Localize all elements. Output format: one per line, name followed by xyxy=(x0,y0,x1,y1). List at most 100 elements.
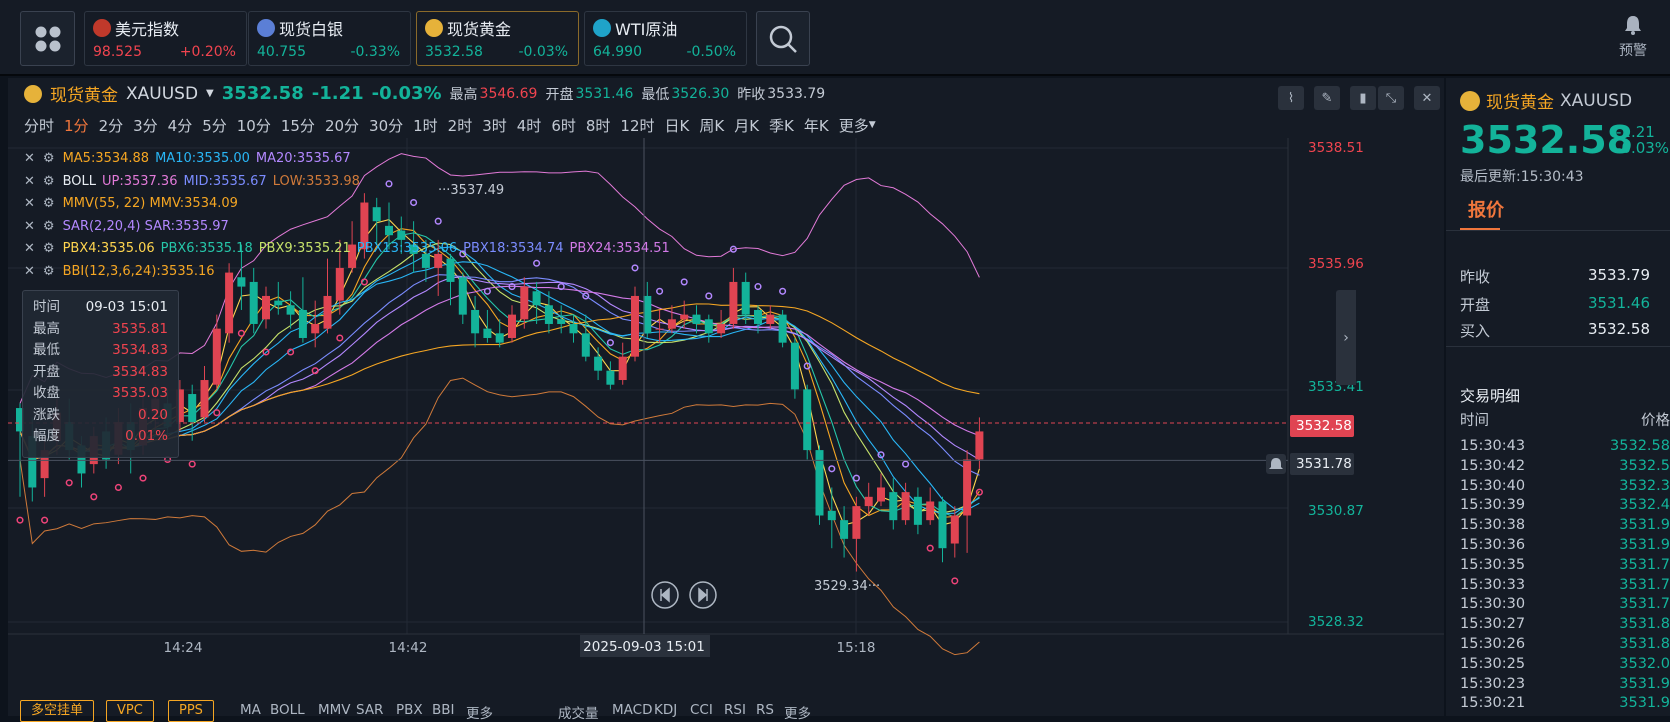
indicator-row: ✕ ⚙ BBI(12,3,6,24):3535.16 xyxy=(24,261,676,284)
ticker-card[interactable]: 现货白银 40.755 -0.33% xyxy=(248,11,411,66)
candle-body xyxy=(692,314,701,324)
trade-time: 15:30:38 xyxy=(1460,517,1526,534)
sar-dot xyxy=(114,483,122,492)
trade-price: 3531.9 xyxy=(1619,675,1670,692)
indicator-value: MA20:3535.67 xyxy=(255,151,351,166)
ticker-name: WTI原油 xyxy=(615,20,678,39)
candle-body xyxy=(827,510,836,521)
sar-dot xyxy=(828,465,836,473)
tooltip-value: 3534.83 xyxy=(112,342,168,358)
crosshair-time-label: 2025-09-03 15:01 xyxy=(583,639,705,655)
time-tick: 14:24 xyxy=(164,640,203,656)
trade-price: 3531.9 xyxy=(1619,537,1670,553)
indicator-settings-icon[interactable]: ⚙ xyxy=(43,264,55,279)
remove-indicator-icon[interactable]: ✕ xyxy=(24,196,35,211)
candle-body xyxy=(286,305,295,315)
trade-time: 15:30:26 xyxy=(1460,636,1526,652)
low-marker: 3529.34··· xyxy=(814,579,880,594)
ticker-card[interactable]: WTI原油 64.990 -0.50% xyxy=(584,11,747,66)
trade-time: 15:30:23 xyxy=(1460,675,1526,692)
divider xyxy=(1446,346,1670,347)
trade-time: 15:30:33 xyxy=(1460,576,1526,593)
remove-indicator-icon[interactable]: ✕ xyxy=(24,241,35,256)
sub-indicator-tab[interactable]: 成交量 xyxy=(558,702,599,722)
indicator-settings-icon[interactable]: ⚙ xyxy=(43,241,55,256)
tooltip-value: 3535.03 xyxy=(112,385,168,401)
trade-price: 3532.0 xyxy=(1619,655,1670,672)
indicator-settings-icon[interactable]: ⚙ xyxy=(43,196,55,211)
ticker-name: 现货白银 xyxy=(279,20,344,39)
trade-time: 15:30:30 xyxy=(1460,596,1526,613)
indicator-value: MA5:3534.88 xyxy=(62,151,150,166)
candle-body xyxy=(803,389,812,451)
indicator-row: ✕ ⚙ BOLL UP:3537.36 MID:3535.67 LOW:3533.98 xyxy=(24,171,676,194)
trade-time: 15:30:43 xyxy=(1460,438,1526,454)
side-change-block: -1.21 -0.03% xyxy=(1616,124,1669,156)
bottom-toggle-button[interactable]: 多空挂单 xyxy=(20,700,95,722)
ticker-price: 40.755 xyxy=(257,44,306,60)
indicator-bottom-bar: 多空挂单 VPC PPS MA BOLL MMV SAR PBX BBI 更多 成交量 MACD KDJ… xyxy=(8,696,1444,722)
candle-body xyxy=(926,501,935,521)
price-axis: 3538.51 3535.96 3533.41 3530.87 3528.32 3532.… xyxy=(1288,78,1444,716)
indicator-settings-icon[interactable]: ⚙ xyxy=(43,174,55,189)
remove-indicator-icon[interactable]: ✕ xyxy=(24,219,35,234)
candle-body xyxy=(938,501,947,549)
tooltip-row: 收盘 3535.03 xyxy=(33,383,168,405)
trade-row: 15:30:27 3531.8 xyxy=(1460,615,1670,635)
candle-body xyxy=(901,492,910,521)
ticker-name: 现货黄金 xyxy=(447,20,512,39)
trade-price: 3531.7 xyxy=(1619,556,1670,573)
sub-indicator-tab[interactable]: 更多 xyxy=(784,702,811,722)
remove-indicator-icon[interactable]: ✕ xyxy=(24,264,35,279)
main-indicator-tab[interactable]: 更多 xyxy=(466,702,493,722)
candle-body xyxy=(766,314,775,324)
side-change-pct: -0.03% xyxy=(1616,139,1670,157)
remove-indicator-icon[interactable]: ✕ xyxy=(24,174,35,189)
bell-icon xyxy=(1625,16,1641,35)
candle-body xyxy=(544,305,553,324)
trade-row: 15:30:36 3531.9 xyxy=(1460,536,1670,556)
tooltip-key: 收盘 xyxy=(33,385,60,401)
search-button[interactable] xyxy=(756,11,810,66)
side-symbol-name: 现货黄金 xyxy=(1486,93,1554,113)
sar-dot xyxy=(705,292,713,300)
indicator-settings-icon[interactable]: ⚙ xyxy=(43,219,55,234)
indicator-value: SAR(2,20,4) SAR:3535.97 xyxy=(62,218,229,234)
ticker-card[interactable]: 美元指数 98.525 +0.20% xyxy=(84,11,247,66)
indicator-value: UP:3537.36 xyxy=(101,173,178,189)
tooltip-value: 3534.83 xyxy=(112,363,168,380)
sar-dot xyxy=(680,278,688,286)
candle-tooltip: 时间 09-03 15:01 最高 3535.81 最低 3534.83 开盘 3534.83… xyxy=(22,290,179,458)
side-change: -1.21 xyxy=(1616,123,1655,141)
sar-dot xyxy=(926,544,934,552)
indicator-value: PBX4:3535.06 xyxy=(62,241,155,256)
indicator-value: MID:3535.67 xyxy=(183,173,267,189)
ticker-card[interactable]: 现货黄金 3532.58 -0.03% xyxy=(416,11,579,66)
ticker-change: -0.50% xyxy=(686,44,736,60)
tooltip-row: 幅度 0.01% xyxy=(33,426,168,448)
candle-body xyxy=(667,319,676,329)
candle-body xyxy=(790,342,799,390)
quote-row: 开盘 3531.46 xyxy=(1460,294,1660,315)
price-alert-button[interactable]: 预警 xyxy=(1608,14,1658,60)
candle-body xyxy=(200,380,209,418)
quote-key: 买入 xyxy=(1460,322,1491,340)
bottom-toggle-button[interactable]: VPC xyxy=(106,700,154,722)
ticker-price: 98.525 xyxy=(93,44,142,60)
trade-row: 15:30:25 3532.0 xyxy=(1460,655,1670,675)
remove-indicator-icon[interactable]: ✕ xyxy=(24,151,35,166)
tooltip-row: 时间 09-03 15:01 xyxy=(33,297,168,319)
candle-body xyxy=(262,295,270,320)
apps-grid-button[interactable] xyxy=(20,11,75,66)
trade-time: 15:30:27 xyxy=(1460,616,1526,633)
trade-row: 15:30:40 3532.3 xyxy=(1460,477,1670,497)
bottom-toggle-button[interactable]: PPS xyxy=(168,700,214,722)
candle-body xyxy=(520,286,529,320)
indicator-settings-icon[interactable]: ⚙ xyxy=(43,151,55,166)
expand-panel-button[interactable]: › xyxy=(1336,290,1356,385)
tab-quote[interactable]: 报价 xyxy=(1468,196,1504,222)
quote-value: 3532.58 xyxy=(1587,320,1650,338)
side-price: 3532.58 xyxy=(1460,118,1634,162)
ticker-name: 美元指数 xyxy=(115,20,180,39)
grid-icon xyxy=(35,26,60,51)
